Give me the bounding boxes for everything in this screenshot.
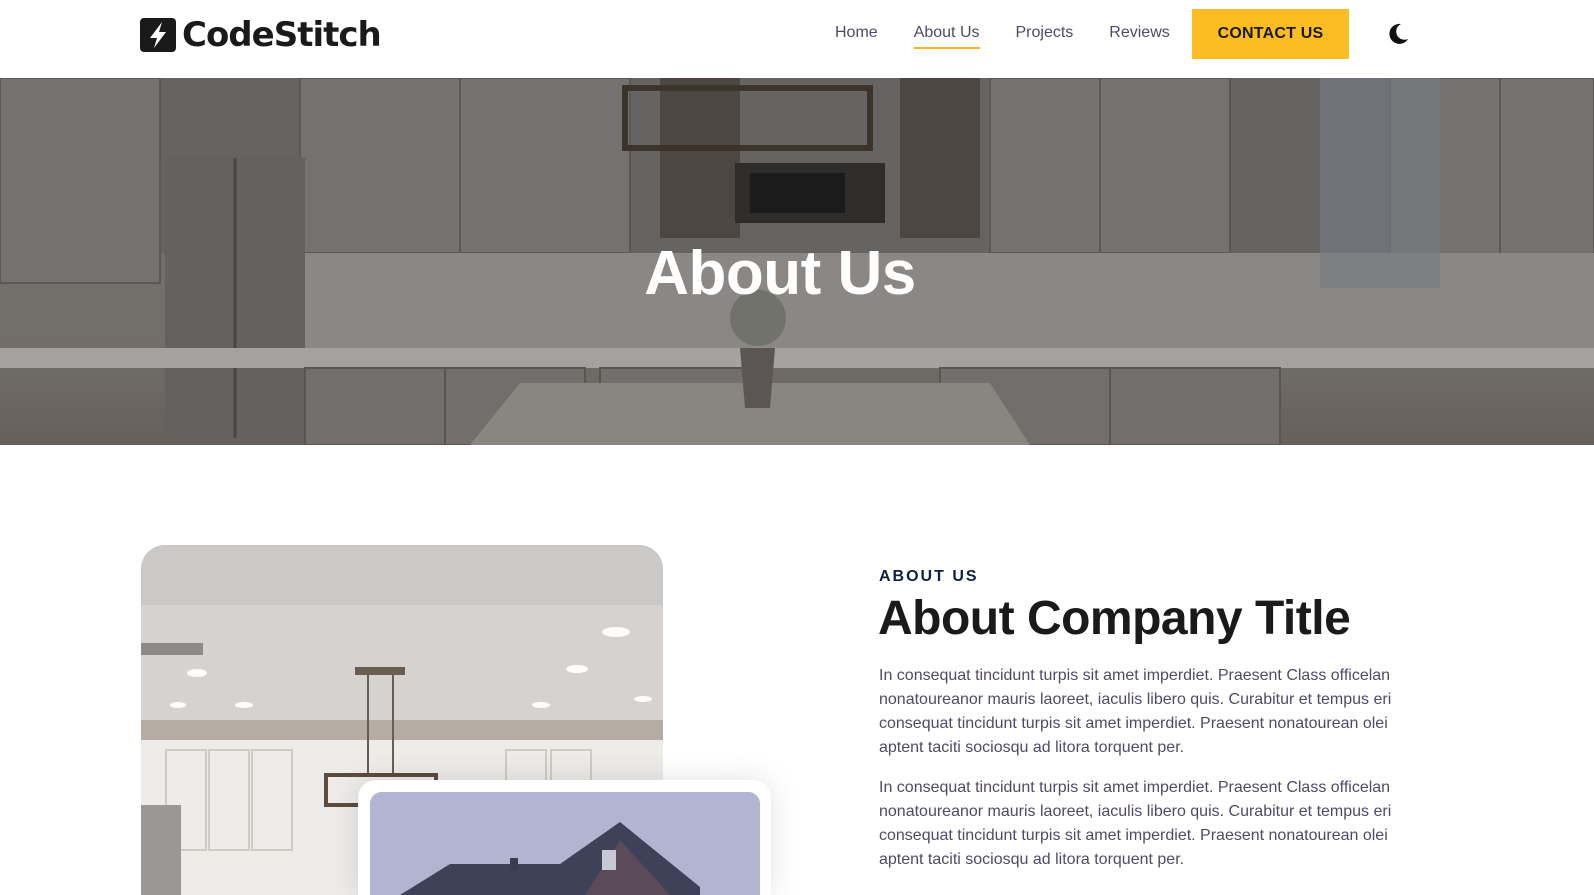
site-header: CodeStitch Home About Us Projects Review… — [0, 0, 1594, 78]
hero-title: About Us — [644, 239, 916, 308]
logo-text: CodeStitch — [182, 15, 382, 55]
house-exterior-image — [370, 792, 760, 895]
codestitch-logo-icon — [140, 18, 176, 52]
about-paragraph: In consequat tincidunt turpis sit amet i… — [879, 779, 1392, 868]
contact-us-button[interactable]: CONTACT US — [1192, 9, 1349, 59]
hero-banner: About Us — [0, 78, 1594, 445]
section-topper: ABOUT US — [879, 568, 979, 585]
dark-mode-toggle[interactable] — [1384, 20, 1412, 48]
moon-icon — [1389, 23, 1408, 44]
nav-projects[interactable]: Projects — [1016, 23, 1074, 49]
nav-home[interactable]: Home — [835, 23, 878, 49]
nav-about-us[interactable]: About Us — [913, 23, 980, 49]
about-paragraph: In consequat tincidunt turpis sit amet i… — [879, 667, 1392, 756]
section-title: About Company Title — [878, 592, 1351, 645]
logo-link[interactable]: CodeStitch — [140, 15, 382, 55]
main-nav: Home About Us Projects Reviews — [835, 23, 1206, 49]
nav-reviews[interactable]: Reviews — [1109, 23, 1169, 49]
house-image-card — [358, 780, 771, 895]
